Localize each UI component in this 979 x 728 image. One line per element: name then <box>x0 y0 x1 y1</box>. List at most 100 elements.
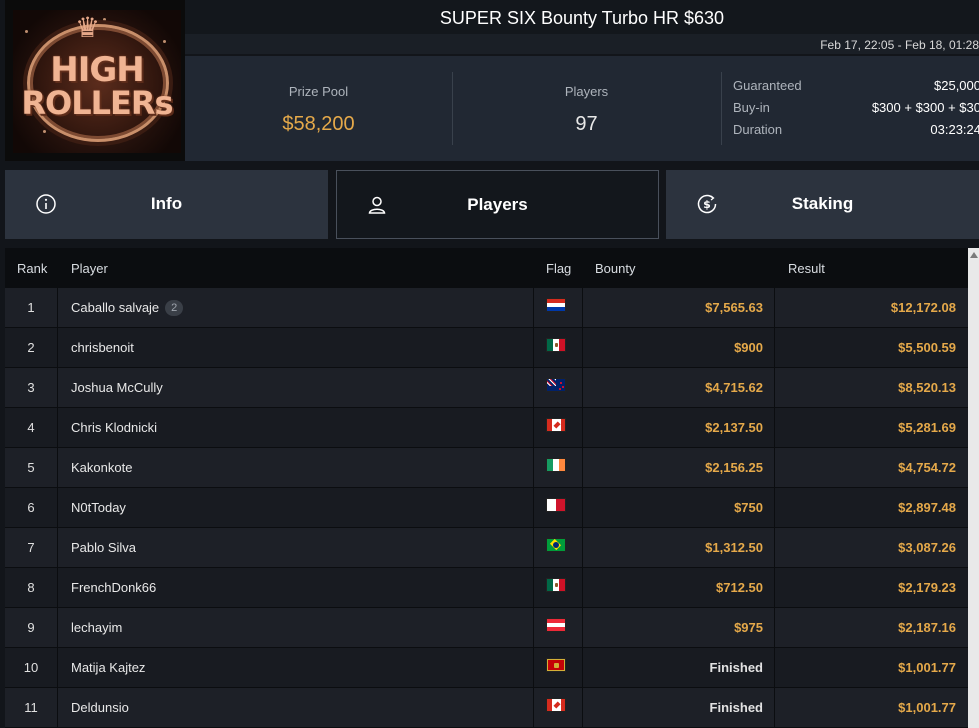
mexico-flag-icon <box>546 338 566 352</box>
rank-cell: 5 <box>27 460 35 475</box>
table-row[interactable]: 9 lechayim $975 $2,187.16 <box>5 608 968 648</box>
column-player[interactable]: Player <box>71 261 108 276</box>
players-stat: Players 97 <box>452 56 721 161</box>
column-result[interactable]: Result <box>788 261 825 276</box>
rank-cell: 8 <box>27 580 35 595</box>
scroll-up-arrow-icon[interactable] <box>970 252 978 258</box>
player-cell[interactable]: Deldunsio <box>71 700 129 715</box>
rank-cell: 4 <box>27 420 35 435</box>
tab-players-label: Players <box>467 195 528 214</box>
player-cell[interactable]: FrenchDonk66 <box>71 580 156 595</box>
player-cell[interactable]: Caballo salvaje 2 <box>71 300 184 316</box>
player-name[interactable]: Chris Klodnicki <box>71 420 157 435</box>
player-cell[interactable]: chrisbenoit <box>71 340 134 355</box>
table-row[interactable]: 8 FrenchDonk66 $712.50 $2,179.23 <box>5 568 968 608</box>
result-cell: $5,500.59 <box>898 340 956 355</box>
column-divider <box>582 408 583 448</box>
player-name[interactable]: lechayim <box>71 620 122 635</box>
column-divider <box>774 568 775 608</box>
new-zealand-flag-icon <box>546 378 566 392</box>
detail-guaranteed: Guaranteed $25,000 <box>733 78 979 100</box>
player-name[interactable]: chrisbenoit <box>71 340 134 355</box>
player-cell[interactable]: Matija Kajtez <box>71 660 145 675</box>
column-divider <box>533 528 534 568</box>
column-divider <box>533 448 534 488</box>
logo-text-line2: ROLLERs <box>21 84 173 122</box>
player-name[interactable]: N0tToday <box>71 500 126 515</box>
column-divider <box>57 568 58 608</box>
bounty-cell: $712.50 <box>716 580 763 595</box>
column-divider <box>774 288 775 328</box>
player-name[interactable]: Deldunsio <box>71 700 129 715</box>
bounty-cell: $2,156.25 <box>705 460 763 475</box>
column-divider <box>57 608 58 648</box>
player-cell[interactable]: Chris Klodnicki <box>71 420 157 435</box>
tab-info[interactable]: Info <box>5 170 328 239</box>
table-row[interactable]: 7 Pablo Silva $1,312.50 $3,087.26 <box>5 528 968 568</box>
column-divider <box>774 648 775 688</box>
table-row[interactable]: 5 Kakonkote $2,156.25 $4,754.72 <box>5 448 968 488</box>
column-divider <box>533 408 534 448</box>
result-cell: $3,087.26 <box>898 540 956 555</box>
player-name[interactable]: Joshua McCully <box>71 380 163 395</box>
table-row[interactable]: 3 Joshua McCully $4,715.62 $8,520.13 <box>5 368 968 408</box>
paraguay-flag-icon <box>546 298 566 312</box>
player-name[interactable]: Caballo salvaje <box>71 300 159 315</box>
column-divider <box>582 368 583 408</box>
player-name[interactable]: Pablo Silva <box>71 540 136 555</box>
detail-value: 03:23:24 <box>930 122 979 137</box>
canada-flag-icon <box>546 698 566 712</box>
player-cell[interactable]: Pablo Silva <box>71 540 136 555</box>
column-divider <box>57 368 58 408</box>
player-cell[interactable]: lechayim <box>71 620 122 635</box>
tournament-logo: ♛ HIGH ROLLERs <box>5 0 185 161</box>
detail-key: Buy-in <box>733 100 770 115</box>
tab-players[interactable]: Players <box>336 170 659 239</box>
column-divider <box>533 488 534 528</box>
column-divider <box>582 328 583 368</box>
column-rank[interactable]: Rank <box>17 261 47 276</box>
prize-pool-value: $58,200 <box>282 113 355 135</box>
column-divider <box>582 608 583 648</box>
table-row[interactable]: 4 Chris Klodnicki $2,137.50 $5,281.69 <box>5 408 968 448</box>
column-flag[interactable]: Flag <box>546 261 571 276</box>
rank-cell: 9 <box>27 620 35 635</box>
player-name[interactable]: Matija Kajtez <box>71 660 145 675</box>
table-scrollbar[interactable] <box>968 248 979 728</box>
player-cell[interactable]: Kakonkote <box>71 460 132 475</box>
tournament-details: Guaranteed $25,000 Buy-in $300 + $300 + … <box>733 78 979 144</box>
players-table: Rank Player Flag Bounty Result 1 Caballo … <box>5 248 979 728</box>
column-divider <box>533 328 534 368</box>
column-divider <box>774 528 775 568</box>
bounty-cell: $4,715.62 <box>705 380 763 395</box>
brazil-flag-icon <box>546 538 566 552</box>
tournament-title: SUPER SIX Bounty Turbo HR $630 <box>439 8 725 28</box>
table-row[interactable]: 2 chrisbenoit $900 $5,500.59 <box>5 328 968 368</box>
player-name[interactable]: Kakonkote <box>71 460 132 475</box>
column-divider <box>533 608 534 648</box>
tournament-stats: Prize Pool $58,200 Players 97 Guaranteed… <box>185 56 979 161</box>
column-divider <box>582 448 583 488</box>
table-row[interactable]: 1 Caballo salvaje 2 $7,565.63 $12,172.08 <box>5 288 968 328</box>
column-divider <box>582 688 583 728</box>
player-cell[interactable]: Joshua McCully <box>71 380 163 395</box>
table-header: Rank Player Flag Bounty Result <box>5 248 979 288</box>
column-divider <box>582 488 583 528</box>
table-row[interactable]: 11 Deldunsio Finished $1,001.77 <box>5 688 968 728</box>
stats-divider <box>721 72 722 145</box>
column-bounty[interactable]: Bounty <box>595 261 635 276</box>
detail-value: $25,000 <box>934 78 979 93</box>
player-name[interactable]: FrenchDonk66 <box>71 580 156 595</box>
bounty-cell: $900 <box>734 340 763 355</box>
result-cell: $12,172.08 <box>890 300 956 315</box>
player-cell[interactable]: N0tToday <box>71 500 126 515</box>
bounty-cell: $7,565.63 <box>705 300 763 315</box>
tab-staking[interactable]: $ Staking <box>666 170 979 239</box>
rank-cell: 7 <box>27 540 35 555</box>
column-divider <box>57 448 58 488</box>
mexico-flag-icon <box>546 578 566 592</box>
table-row[interactable]: 10 Matija Kajtez Finished $1,001.77 <box>5 648 968 688</box>
table-row[interactable]: 6 N0tToday $750 $2,897.48 <box>5 488 968 528</box>
rank-cell: 2 <box>27 340 35 355</box>
players-label: Players <box>564 84 609 99</box>
